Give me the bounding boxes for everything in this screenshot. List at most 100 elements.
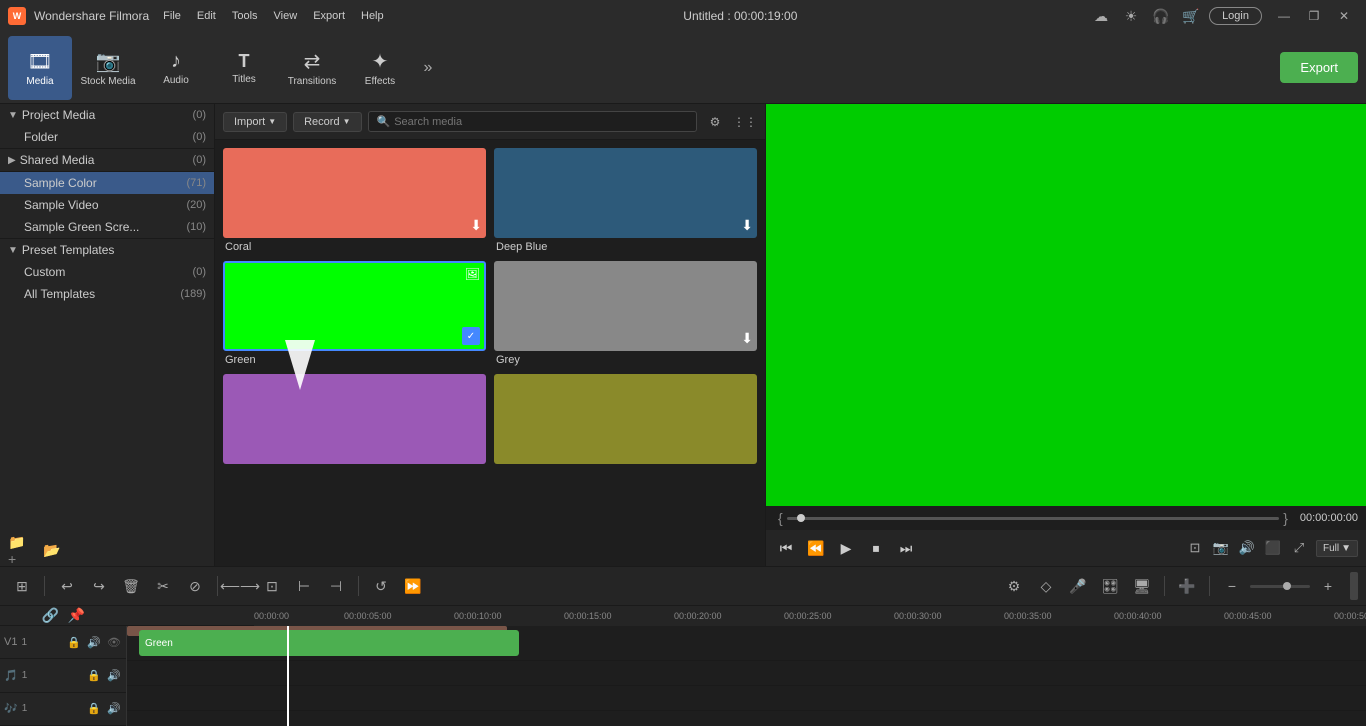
list-item[interactable]: ⬇ Grey bbox=[494, 261, 757, 366]
fit-to-screen-icon[interactable]: ⊡ bbox=[1184, 537, 1206, 559]
timeline-tracks: V1 1 🔒 🔊 👁 🎵 1 🔒 🔊 🎶 1 bbox=[0, 626, 1366, 726]
menu-view[interactable]: View bbox=[268, 8, 304, 24]
sample-color-item[interactable]: Sample Color (71) bbox=[0, 172, 214, 194]
timeline-snap-button[interactable]: 📌 bbox=[67, 606, 87, 626]
menu-tools[interactable]: Tools bbox=[226, 8, 264, 24]
music-track-lock-icon[interactable]: 🔒 bbox=[86, 701, 102, 717]
toolbar-effects[interactable]: ✦ Effects bbox=[348, 36, 412, 100]
new-folder-icon[interactable]: 📁+ bbox=[8, 538, 32, 562]
trim-start-button[interactable]: ⊢ bbox=[290, 572, 318, 600]
music-track-mute-icon[interactable]: 🔊 bbox=[106, 701, 122, 717]
seek-line[interactable] bbox=[787, 517, 1280, 520]
search-input[interactable] bbox=[394, 116, 688, 128]
shared-media-header[interactable]: ▶ Shared Media (0) bbox=[0, 149, 214, 171]
list-item[interactable]: ⬇ Deep Blue bbox=[494, 148, 757, 253]
list-item[interactable] bbox=[223, 374, 486, 467]
stop-button[interactable]: ⏹ bbox=[864, 536, 888, 560]
mic-icon[interactable]: 🎤 bbox=[1064, 572, 1092, 600]
track-visible-icon[interactable]: 👁 bbox=[106, 634, 122, 650]
menu-edit[interactable]: Edit bbox=[191, 8, 222, 24]
cut-button[interactable]: ✂ bbox=[149, 572, 177, 600]
menu-export[interactable]: Export bbox=[307, 8, 351, 24]
toolbar-transitions[interactable]: ⇄ Transitions bbox=[280, 36, 344, 100]
skip-back-button[interactable]: ⏮ bbox=[774, 536, 798, 560]
audio-settings-icon[interactable]: 🎛 bbox=[1096, 572, 1124, 600]
all-templates-item[interactable]: All Templates (189) bbox=[0, 283, 214, 305]
track-mute-icon[interactable]: 🔊 bbox=[86, 634, 102, 650]
audio-track-row[interactable] bbox=[127, 661, 1366, 686]
record-button[interactable]: Record ▼ bbox=[293, 112, 361, 132]
timeline-link-button[interactable]: 🔗 bbox=[41, 606, 61, 626]
toolbar-stock-media[interactable]: 📷 Stock Media bbox=[76, 36, 140, 100]
music-track-row[interactable] bbox=[127, 686, 1366, 711]
headphones-icon[interactable]: 🎧 bbox=[1151, 6, 1171, 26]
sample-video-item[interactable]: Sample Video (20) bbox=[0, 194, 214, 216]
audio-track-mute-icon[interactable]: 🔊 bbox=[106, 667, 122, 683]
toolbar-audio[interactable]: ♪ Audio bbox=[144, 36, 208, 100]
folder-open-icon[interactable]: 📂 bbox=[40, 538, 64, 562]
import-button[interactable]: Import ▼ bbox=[223, 112, 287, 132]
menu-help[interactable]: Help bbox=[355, 8, 390, 24]
sample-green-label: Sample Green Scre... bbox=[24, 220, 186, 234]
main-area: ▼ Project Media (0) Folder (0) ▶ Shared … bbox=[0, 104, 1366, 566]
crop-button[interactable]: ⊡ bbox=[258, 572, 286, 600]
list-item[interactable] bbox=[494, 374, 757, 467]
view-options-icon[interactable]: ⋮⋮ bbox=[733, 110, 757, 134]
split-button[interactable]: ⟵⟶ bbox=[226, 572, 254, 600]
zoom-in-button[interactable]: + bbox=[1314, 572, 1342, 600]
quality-arrow-icon: ▼ bbox=[1341, 543, 1351, 554]
undo-button[interactable]: ↩ bbox=[53, 572, 81, 600]
skip-forward-button[interactable]: ⏭ bbox=[894, 536, 918, 560]
toolbar-more-button[interactable]: » bbox=[416, 36, 440, 100]
login-button[interactable]: Login bbox=[1209, 7, 1262, 25]
volume-icon[interactable]: 🔊 bbox=[1236, 537, 1258, 559]
speed-button[interactable]: ⏩ bbox=[399, 572, 427, 600]
close-button[interactable]: ✕ bbox=[1330, 6, 1358, 26]
toolbar-titles[interactable]: T Titles bbox=[212, 36, 276, 100]
seek-end-bracket: } bbox=[1283, 510, 1288, 526]
list-item[interactable]: ⬇ Coral bbox=[223, 148, 486, 253]
toolbar-media[interactable]: 🎞 Media bbox=[8, 36, 72, 100]
cart-icon[interactable]: 🛒 bbox=[1181, 6, 1201, 26]
render-icon[interactable]: ⬛ bbox=[1262, 537, 1284, 559]
screenshot-icon[interactable]: 📷 bbox=[1210, 537, 1232, 559]
ruler-tick-2: 00:00:10:00 bbox=[454, 611, 502, 621]
redo-button[interactable]: ↪ bbox=[85, 572, 113, 600]
sample-color-label: Sample Color bbox=[24, 176, 186, 190]
fullscreen-icon[interactable]: ⤢ bbox=[1288, 537, 1310, 559]
sample-green-count: (10) bbox=[186, 221, 206, 233]
preset-templates-header[interactable]: ▼ Preset Templates bbox=[0, 239, 214, 261]
delete-button[interactable]: 🗑 bbox=[117, 572, 145, 600]
green-clip[interactable]: Green bbox=[139, 630, 519, 656]
custom-item[interactable]: Custom (0) bbox=[0, 261, 214, 283]
folder-item[interactable]: Folder (0) bbox=[0, 126, 214, 148]
cloud-icon[interactable]: ☁ bbox=[1091, 6, 1111, 26]
sample-green-item[interactable]: Sample Green Scre... (10) bbox=[0, 216, 214, 238]
export-button[interactable]: Export bbox=[1280, 52, 1358, 83]
filter-icon[interactable]: ⚙ bbox=[703, 110, 727, 134]
play-button[interactable]: ▶ bbox=[834, 536, 858, 560]
settings-icon[interactable]: ⚙ bbox=[1000, 572, 1028, 600]
keyframe-icon[interactable]: ◇ bbox=[1032, 572, 1060, 600]
grid-view-button[interactable]: ⊞ bbox=[8, 572, 36, 600]
titlebar-left: W Wondershare Filmora File Edit Tools Vi… bbox=[8, 7, 390, 25]
zoom-out-button[interactable]: − bbox=[1218, 572, 1246, 600]
sun-icon[interactable]: ☀ bbox=[1121, 6, 1141, 26]
add-track-icon[interactable]: ➕ bbox=[1173, 572, 1201, 600]
audio-track-lock-icon[interactable]: 🔒 bbox=[86, 667, 102, 683]
no-cut-icon[interactable]: ⊘ bbox=[181, 572, 209, 600]
monitor-icon[interactable]: 🖥 bbox=[1128, 572, 1156, 600]
quality-selector[interactable]: Full ▼ bbox=[1316, 540, 1358, 557]
maximize-button[interactable]: ❐ bbox=[1300, 6, 1328, 26]
window-title: Untitled : 00:00:19:00 bbox=[683, 9, 797, 23]
menu-file[interactable]: File bbox=[157, 8, 187, 24]
trim-end-button[interactable]: ⊣ bbox=[322, 572, 350, 600]
minimize-button[interactable]: — bbox=[1270, 6, 1298, 26]
list-item[interactable]: 🖼 ✓ Green bbox=[223, 261, 486, 366]
rotate-button[interactable]: ↺ bbox=[367, 572, 395, 600]
project-media-header[interactable]: ▼ Project Media (0) bbox=[0, 104, 214, 126]
track-lock-icon[interactable]: 🔒 bbox=[66, 634, 82, 650]
step-back-button[interactable]: ⏪ bbox=[804, 536, 828, 560]
zoom-slider[interactable] bbox=[1250, 585, 1310, 588]
video-track-row[interactable]: Green bbox=[127, 626, 1366, 661]
